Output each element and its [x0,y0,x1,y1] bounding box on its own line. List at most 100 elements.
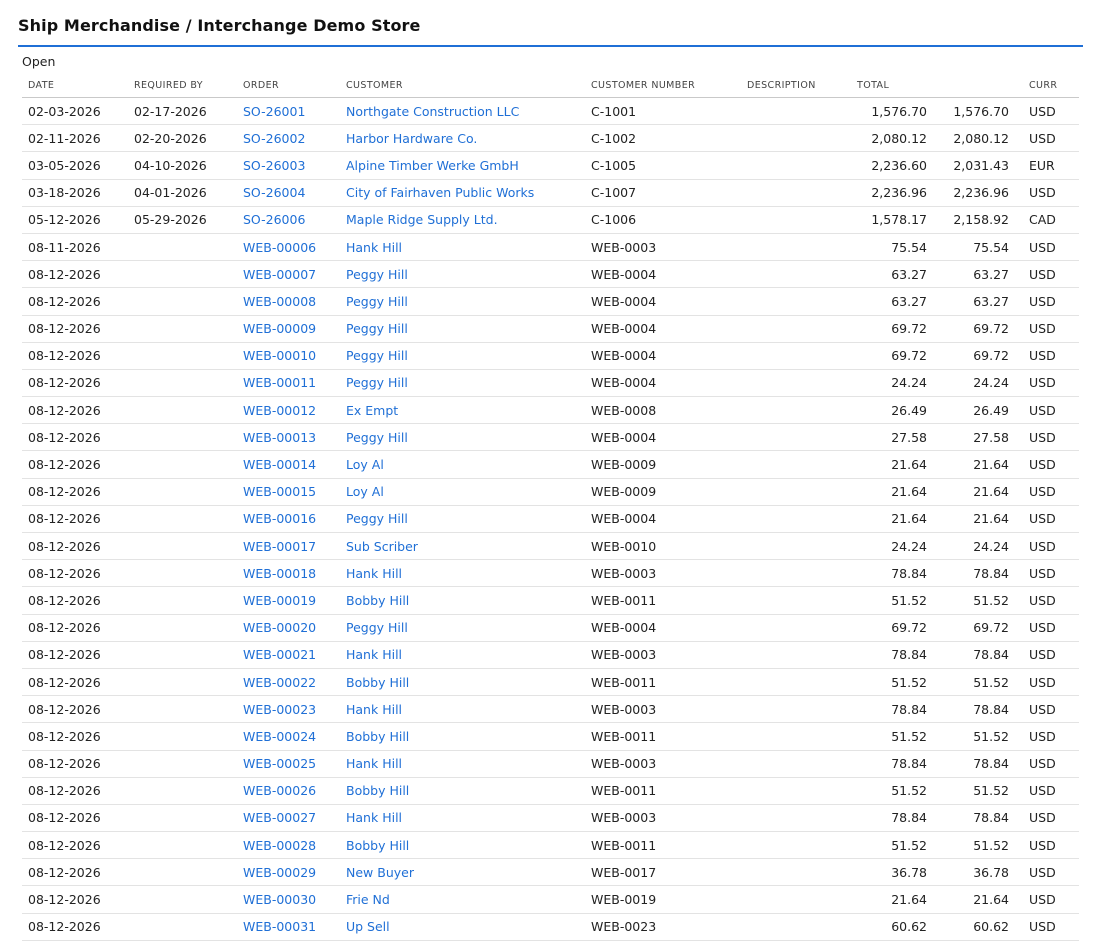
cell-date: 08-12-2026 [22,287,128,316]
column-header-required-by[interactable]: REQUIRED BY [128,74,237,98]
order-link[interactable]: WEB-00008 [243,294,316,309]
order-link[interactable]: SO-26001 [243,104,305,119]
order-link[interactable]: SO-26006 [243,212,305,227]
order-link[interactable]: WEB-00011 [243,375,316,390]
order-link[interactable]: WEB-00007 [243,267,316,282]
customer-link[interactable]: Peggy Hill [346,375,408,390]
order-link[interactable]: WEB-00030 [243,892,316,907]
order-link[interactable]: WEB-00014 [243,457,316,472]
cell-customer-number: WEB-0011 [585,777,741,805]
customer-link[interactable]: City of Fairhaven Public Works [346,185,534,200]
cell-date: 08-12-2026 [22,478,128,506]
order-link[interactable]: WEB-00015 [243,484,316,499]
cell-total: 1,576.70 [851,97,933,126]
order-link[interactable]: WEB-00024 [243,729,316,744]
column-header-date[interactable]: DATE [22,74,128,98]
cell-customer: Hank Hill [340,804,585,833]
customer-link[interactable]: Hank Hill [346,566,402,581]
customer-link[interactable]: New Buyer [346,865,414,880]
customer-link[interactable]: Harbor Hardware Co. [346,131,477,146]
cell-currency: USD [1015,260,1079,289]
customer-link[interactable]: Sub Scriber [346,539,418,554]
customer-link[interactable]: Maple Ridge Supply Ltd. [346,212,498,227]
customer-link[interactable]: Loy Al [346,484,384,499]
customer-link[interactable]: Peggy Hill [346,511,408,526]
order-link[interactable]: WEB-00006 [243,240,316,255]
customer-link[interactable]: Bobby Hill [346,675,409,690]
cell-total: 26.49 [851,396,933,425]
cell-total-converted: 26.49 [933,396,1015,425]
cell-description [741,423,851,452]
cell-date: 08-12-2026 [22,722,128,751]
order-link[interactable]: WEB-00021 [243,647,316,662]
customer-link[interactable]: Hank Hill [346,702,402,717]
customer-link[interactable]: Bobby Hill [346,838,409,853]
order-link[interactable]: WEB-00028 [243,838,316,853]
customer-link[interactable]: Peggy Hill [346,267,408,282]
table-row: 08-12-2026 WEB-00008 Peggy Hill WEB-0004 63.… [22,287,1079,316]
order-link[interactable]: SO-26002 [243,131,305,146]
cell-customer-number: WEB-0009 [585,478,741,506]
customer-link[interactable]: Hank Hill [346,810,402,825]
order-link[interactable]: WEB-00023 [243,702,316,717]
customer-link[interactable]: Ex Empt [346,403,398,418]
cell-total-converted: 21.64 [933,885,1015,914]
column-header-description[interactable]: DESCRIPTION [741,74,851,98]
column-header-customer-number[interactable]: CUSTOMER NUMBER [585,74,741,98]
column-header-order[interactable]: ORDER [237,74,340,98]
customer-link[interactable]: Peggy Hill [346,348,408,363]
customer-link[interactable]: Frie Nd [346,892,390,907]
order-link[interactable]: WEB-00026 [243,783,316,798]
order-link[interactable]: WEB-00027 [243,810,316,825]
column-header-total[interactable]: TOTAL [851,74,933,98]
cell-description [741,233,851,262]
order-link[interactable]: WEB-00010 [243,348,316,363]
cell-description [741,450,851,479]
cell-required-by [128,586,237,615]
customer-link[interactable]: Peggy Hill [346,620,408,635]
cell-description [741,179,851,207]
order-link[interactable]: WEB-00013 [243,430,316,445]
customer-link[interactable]: Hank Hill [346,756,402,771]
cell-required-by: 04-01-2026 [128,179,237,207]
cell-customer-number: WEB-0004 [585,342,741,370]
order-link[interactable]: WEB-00018 [243,566,316,581]
cell-date: 05-12-2026 [22,206,128,234]
customer-link[interactable]: Peggy Hill [346,430,408,445]
cell-customer-number: C-1006 [585,206,741,234]
order-link[interactable]: SO-26004 [243,185,305,200]
order-link[interactable]: WEB-00019 [243,593,316,608]
order-link[interactable]: WEB-00025 [243,756,316,771]
customer-link[interactable]: Peggy Hill [346,294,408,309]
order-link[interactable]: WEB-00009 [243,321,316,336]
customer-link[interactable]: Northgate Construction LLC [346,104,519,119]
column-header-customer[interactable]: CUSTOMER [340,74,585,98]
customer-link[interactable]: Hank Hill [346,240,402,255]
customer-link[interactable]: Hank Hill [346,647,402,662]
table-row: 08-12-2026 WEB-00029 New Buyer WEB-0017 36.7… [22,858,1079,887]
order-link[interactable]: WEB-00012 [243,403,316,418]
customer-link[interactable]: Loy Al [346,457,384,472]
cell-total-converted: 2,031.43 [933,151,1015,180]
cell-customer-number: WEB-0004 [585,315,741,343]
customer-link[interactable]: Alpine Timber Werke GmbH [346,158,519,173]
cell-customer-number: WEB-0004 [585,505,741,534]
order-link[interactable]: WEB-00016 [243,511,316,526]
customer-link[interactable]: Peggy Hill [346,321,408,336]
order-link[interactable]: WEB-00029 [243,865,316,880]
customer-link[interactable]: Up Sell [346,919,390,934]
cell-required-by [128,369,237,398]
customer-link[interactable]: Bobby Hill [346,783,409,798]
cell-total: 51.52 [851,722,933,751]
cell-total-converted: 78.84 [933,641,1015,669]
customer-link[interactable]: Bobby Hill [346,729,409,744]
customer-link[interactable]: Bobby Hill [346,593,409,608]
cell-customer-number: WEB-0017 [585,858,741,887]
order-link[interactable]: SO-26003 [243,158,305,173]
order-link[interactable]: WEB-00017 [243,539,316,554]
cell-description [741,641,851,669]
order-link[interactable]: WEB-00022 [243,675,316,690]
order-link[interactable]: WEB-00020 [243,620,316,635]
column-header-curr[interactable]: CURR [1015,74,1079,98]
order-link[interactable]: WEB-00031 [243,919,316,934]
